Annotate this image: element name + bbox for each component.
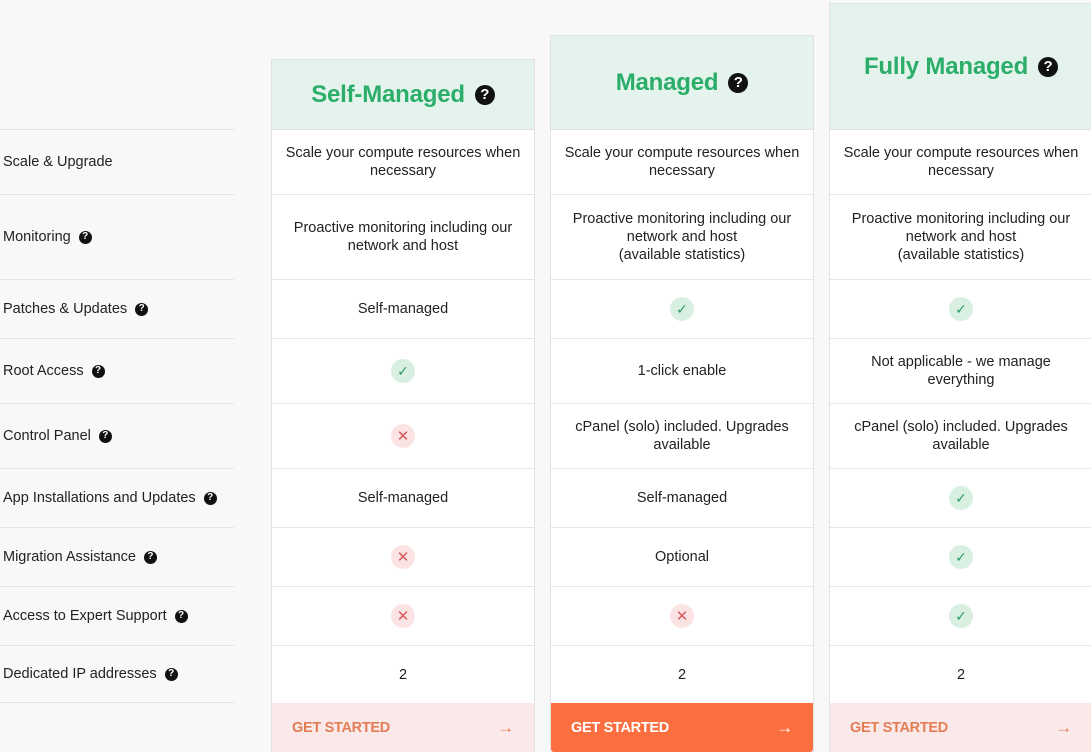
plan-feature-cells: Scale your compute resources when necess… [272, 130, 534, 704]
cross-icon: ✕ [391, 424, 415, 448]
feature-value-root-access: ✓ [272, 339, 534, 404]
feature-value-root-access: 1-click enable [551, 339, 813, 404]
help-icon[interactable]: ? [1038, 56, 1059, 77]
help-icon[interactable]: ? [135, 302, 149, 316]
feature-label: Dedicated IP addresses [3, 666, 157, 682]
arrow-right-icon: → [1055, 717, 1072, 737]
check-icon: ✓ [391, 359, 415, 383]
feature-row-root-access: Root Access? [0, 338, 234, 403]
help-icon[interactable]: ? [203, 491, 217, 505]
feature-value-scale-upgrade: Scale your compute resources when necess… [551, 130, 813, 195]
help-icon[interactable]: ? [143, 550, 157, 564]
plan-header: Fully Managed? [830, 4, 1091, 130]
plan-feature-cells: Scale your compute resources when necess… [830, 130, 1091, 704]
feature-value-patches-updates: ✓ [551, 280, 813, 339]
plan-title: Fully Managed [863, 52, 1029, 80]
feature-label: Root Access [3, 363, 84, 379]
help-icon[interactable]: ? [174, 609, 188, 623]
check-icon: ✓ [949, 486, 973, 510]
get-started-label: GET STARTED [850, 719, 948, 736]
feature-label: Control Panel [3, 428, 91, 444]
plan-header: Managed? [551, 36, 813, 130]
arrow-right-icon: → [497, 717, 514, 737]
feature-label: Patches & Updates [3, 301, 128, 317]
feature-value-dedicated-ip-addresses: 2 [551, 646, 813, 704]
feature-value-control-panel: cPanel (solo) included. Upgrades availab… [551, 404, 813, 469]
plan-card-self-managed: Self-Managed? Scale your compute resource… [271, 59, 535, 752]
feature-value-dedicated-ip-addresses: 2 [830, 646, 1091, 704]
feature-label: Scale & Upgrade [3, 154, 113, 170]
feature-label: Access to Expert Support [3, 608, 167, 624]
check-icon: ✓ [949, 297, 973, 321]
feature-value-root-access: Not applicable - we manage everything [830, 339, 1091, 404]
feature-value-patches-updates: ✓ [830, 280, 1091, 339]
feature-value-monitoring: Proactive monitoring including our netwo… [830, 195, 1091, 280]
feature-value-app-installations-and-updates: Self-managed [272, 469, 534, 528]
feature-value-patches-updates: Self-managed [272, 280, 534, 339]
feature-labels: Scale & Upgrade Monitoring? Patches & Upda… [0, 129, 234, 703]
feature-label: Migration Assistance [3, 549, 136, 565]
plan-header: Self-Managed? [272, 60, 534, 130]
feature-value-migration-assistance: ✓ [830, 528, 1091, 587]
feature-row-access-to-expert-support: Access to Expert Support? [0, 586, 234, 645]
feature-value-migration-assistance: Optional [551, 528, 813, 587]
feature-row-dedicated-ip-addresses: Dedicated IP addresses? [0, 645, 234, 703]
cross-icon: ✕ [391, 545, 415, 569]
feature-row-migration-assistance: Migration Assistance? [0, 527, 234, 586]
feature-row-monitoring: Monitoring? [0, 194, 234, 279]
help-icon[interactable]: ? [91, 364, 105, 378]
feature-value-control-panel: cPanel (solo) included. Upgrades availab… [830, 404, 1091, 469]
help-icon[interactable]: ? [78, 230, 92, 244]
check-icon: ✓ [949, 604, 973, 628]
plan-card-managed: Managed? Scale your compute resources whe… [550, 35, 814, 752]
get-started-button[interactable]: GET STARTED → [830, 703, 1091, 752]
feature-row-control-panel: Control Panel? [0, 403, 234, 468]
feature-row-patches-updates: Patches & Updates? [0, 279, 234, 338]
plan-title: Managed [615, 68, 719, 96]
cross-icon: ✕ [670, 604, 694, 628]
check-icon: ✓ [670, 297, 694, 321]
feature-value-migration-assistance: ✕ [272, 528, 534, 587]
help-icon[interactable]: ? [164, 667, 178, 681]
arrow-right-icon: → [776, 717, 793, 737]
feature-value-access-to-expert-support: ✕ [551, 587, 813, 646]
feature-value-app-installations-and-updates: ✓ [830, 469, 1091, 528]
feature-row-app-installations-and-updates: App Installations and Updates? [0, 468, 234, 527]
help-icon[interactable]: ? [474, 84, 495, 105]
feature-value-access-to-expert-support: ✕ [272, 587, 534, 646]
cross-icon: ✕ [391, 604, 415, 628]
feature-label: Monitoring [3, 229, 71, 245]
feature-value-dedicated-ip-addresses: 2 [272, 646, 534, 704]
feature-value-monitoring: Proactive monitoring including our netwo… [551, 195, 813, 280]
plan-title: Self-Managed [311, 80, 465, 108]
get-started-button[interactable]: GET STARTED → [551, 703, 813, 752]
check-icon: ✓ [949, 545, 973, 569]
feature-label: App Installations and Updates [3, 490, 196, 506]
get-started-label: GET STARTED [292, 719, 390, 736]
feature-value-app-installations-and-updates: Self-managed [551, 469, 813, 528]
feature-value-access-to-expert-support: ✓ [830, 587, 1091, 646]
feature-value-monitoring: Proactive monitoring including our netwo… [272, 195, 534, 280]
help-icon[interactable]: ? [98, 429, 112, 443]
plan-card-fully-managed: Fully Managed? Scale your compute resourc… [829, 3, 1091, 752]
help-icon[interactable]: ? [728, 72, 749, 93]
get-started-button[interactable]: GET STARTED → [272, 703, 534, 752]
feature-value-control-panel: ✕ [272, 404, 534, 469]
feature-value-scale-upgrade: Scale your compute resources when necess… [272, 130, 534, 195]
feature-row-scale-upgrade: Scale & Upgrade [0, 129, 234, 194]
plan-feature-cells: Scale your compute resources when necess… [551, 130, 813, 704]
get-started-label: GET STARTED [571, 719, 669, 736]
feature-value-scale-upgrade: Scale your compute resources when necess… [830, 130, 1091, 195]
